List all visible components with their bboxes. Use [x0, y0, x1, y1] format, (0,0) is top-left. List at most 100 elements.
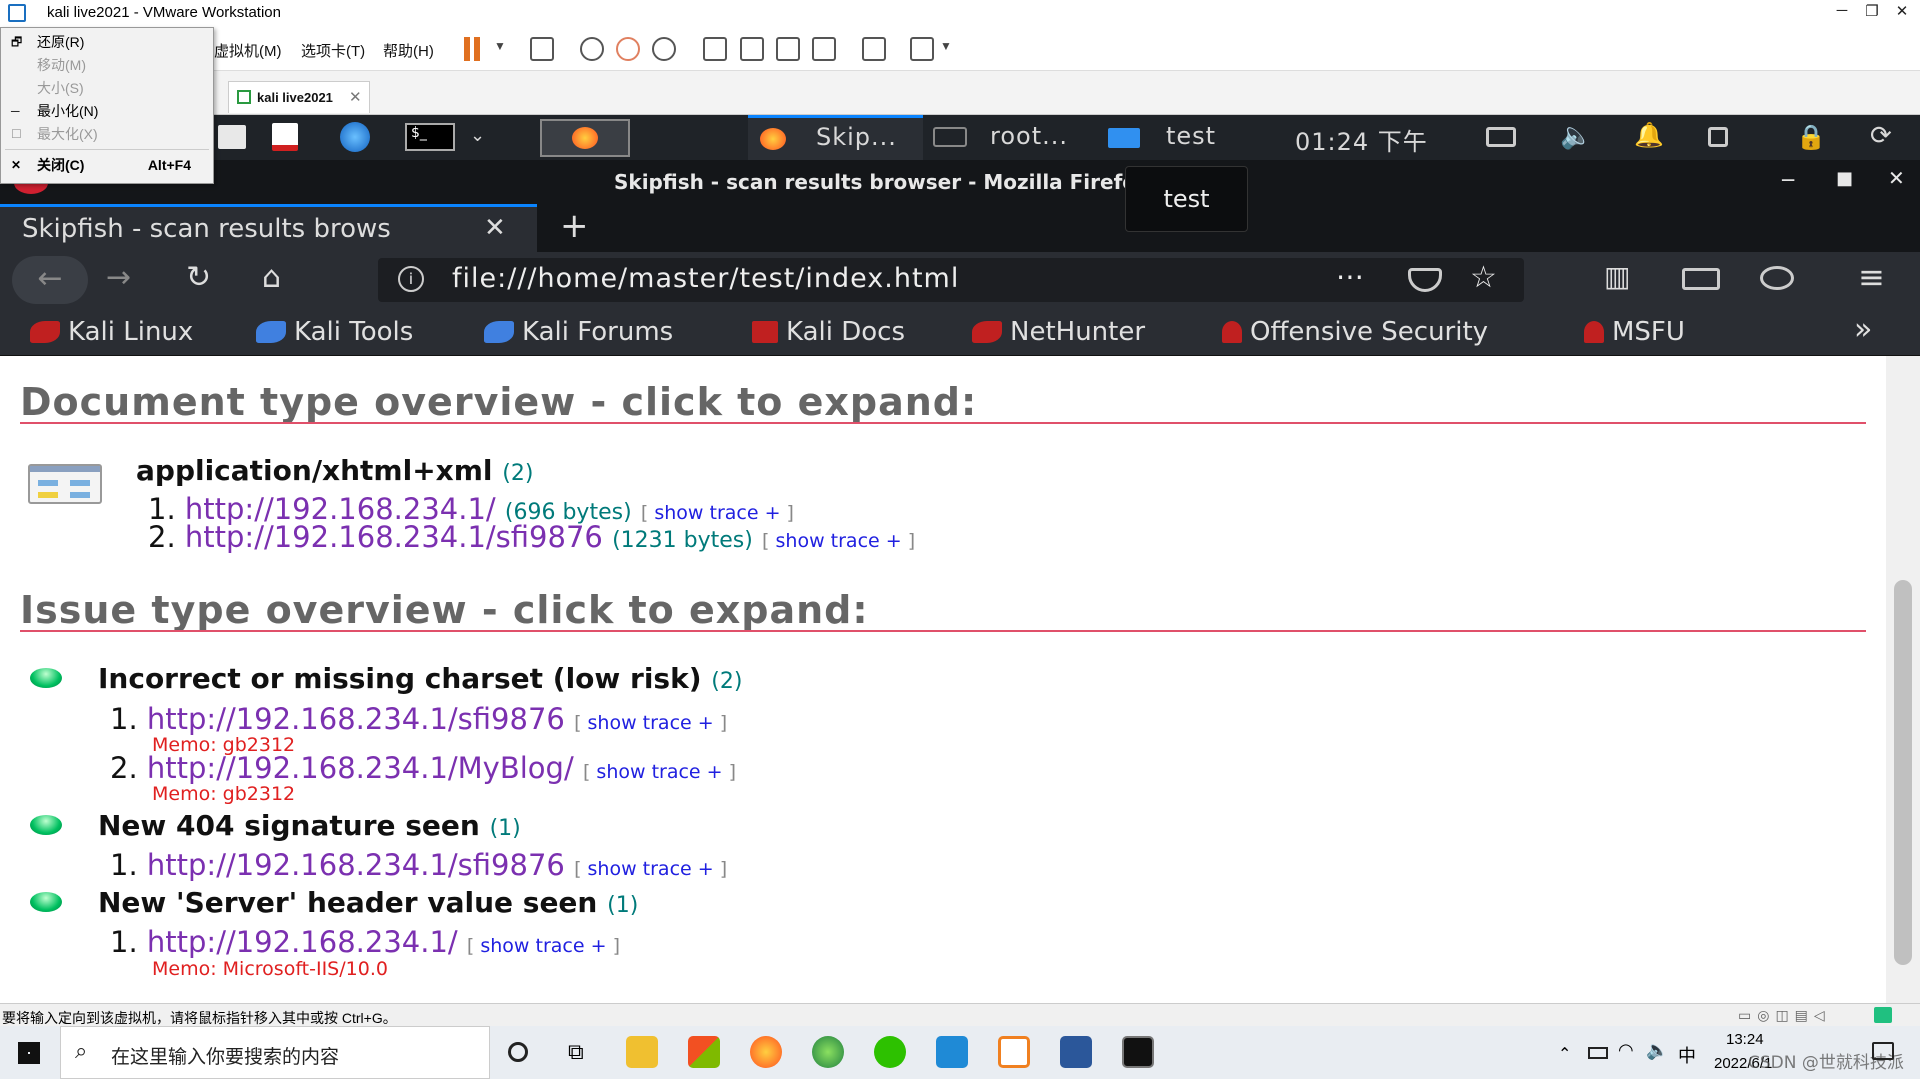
chevron-up-icon[interactable]: ⌃	[1558, 1044, 1571, 1063]
show-trace-link[interactable]: [ show trace + ]	[574, 712, 727, 734]
send-keys-icon[interactable]	[530, 37, 554, 61]
logout-icon[interactable]: ⟳	[1870, 121, 1892, 151]
bookmark-kali-linux[interactable]: Kali Linux	[30, 317, 193, 347]
reload-icon[interactable]: ↻	[186, 260, 211, 295]
forward-icon[interactable]: →	[106, 260, 131, 295]
result-link[interactable]: http://192.168.234.1/	[147, 925, 458, 959]
notification-bell-icon[interactable]: 🔔	[1634, 121, 1664, 149]
page-actions-icon[interactable]: ⋯	[1336, 260, 1364, 293]
maximize-icon[interactable]: ■	[1836, 168, 1853, 189]
bookmark-kali-tools[interactable]: Kali Tools	[256, 317, 413, 347]
windows-start-icon[interactable]	[18, 1042, 40, 1064]
device-icons[interactable]: ▭◎◫▤◁	[1738, 1007, 1831, 1024]
edge-icon[interactable]	[812, 1036, 844, 1068]
url-text[interactable]: file:///home/master/test/index.html	[452, 263, 959, 294]
close-icon[interactable]: ✕	[1887, 2, 1917, 20]
restore-icon[interactable]: ❐	[1857, 2, 1887, 20]
menu-tabs[interactable]: 选项卡(T)	[301, 40, 365, 61]
message-icon[interactable]	[1874, 1007, 1892, 1023]
sidebar-icon[interactable]	[703, 37, 727, 61]
ime-indicator[interactable]: 中	[1678, 1042, 1696, 1068]
console-icon[interactable]	[862, 37, 886, 61]
word-icon[interactable]	[1060, 1036, 1092, 1068]
new-tab-icon[interactable]: +	[560, 206, 589, 246]
display-icon[interactable]	[1486, 127, 1516, 147]
battery-icon[interactable]	[1588, 1047, 1608, 1059]
lock-icon[interactable]: 🔒	[1796, 123, 1826, 151]
account-icon[interactable]	[1760, 266, 1794, 290]
power-icon[interactable]	[1708, 127, 1728, 147]
cortana-icon[interactable]	[508, 1042, 528, 1062]
store-icon[interactable]	[688, 1036, 720, 1068]
vmware-logo-icon[interactable]	[8, 4, 26, 22]
tab-kali-live2021[interactable]: kali live2021 ✕	[228, 81, 370, 113]
system-menu-restore[interactable]: 🗗 还原(R)	[1, 31, 213, 53]
more-bookmarks-icon[interactable]: »	[1854, 312, 1872, 347]
fullscreen-icon[interactable]	[776, 37, 800, 61]
bookmark-kali-docs[interactable]: Kali Docs	[752, 317, 905, 347]
vmware-icon[interactable]	[998, 1036, 1030, 1068]
file-explorer-icon[interactable]	[626, 1036, 658, 1068]
taskbar-window-skipfish[interactable]: Skip...	[748, 115, 923, 160]
system-menu-close[interactable]: ✕ 关闭(C) Alt+F4	[1, 154, 213, 176]
result-link[interactable]: http://192.168.234.1/MyBlog/	[147, 751, 574, 785]
chevron-down-icon[interactable]: ▼	[494, 39, 506, 53]
menu-vm[interactable]: 虚拟机(M)	[214, 40, 282, 61]
bookmark-nethunter[interactable]: NetHunter	[972, 317, 1145, 347]
thumbnail-icon[interactable]	[740, 37, 764, 61]
wifi-icon[interactable]: ◠	[1618, 1040, 1634, 1061]
issue-type-heading[interactable]: Issue type overview - click to expand:	[20, 588, 869, 632]
bookmark-kali-forums[interactable]: Kali Forums	[484, 317, 673, 347]
back-icon[interactable]: ←	[12, 256, 88, 304]
stretch-icon[interactable]	[910, 37, 934, 61]
firefox-launcher-icon[interactable]	[540, 119, 630, 157]
volume-icon[interactable]: 🔈	[1560, 121, 1592, 151]
snapshot-manager-icon[interactable]	[652, 37, 676, 61]
show-trace-link[interactable]: [ show trace + ]	[467, 935, 620, 957]
tab-skipfish[interactable]: Skipfish - scan results brows ✕	[0, 204, 537, 252]
panel-clock[interactable]: 01:24 下午	[1295, 122, 1428, 157]
close-icon[interactable]: ✕	[1888, 166, 1905, 190]
issue-title[interactable]: New 404 signature seen (1)	[98, 809, 521, 842]
snapshot-icon[interactable]	[580, 37, 604, 61]
show-trace-link[interactable]: [ show trace + ]	[762, 530, 915, 552]
clock-time[interactable]: 13:24	[1726, 1031, 1764, 1048]
firefox-icon[interactable]	[750, 1036, 782, 1068]
show-trace-link[interactable]: [ show trace + ]	[583, 761, 736, 783]
chevron-down-icon[interactable]: ▼	[940, 39, 952, 53]
snapshot-revert-icon[interactable]	[616, 37, 640, 61]
doc-type-heading[interactable]: Document type overview - click to expand…	[20, 380, 977, 424]
notification-center-icon[interactable]	[1872, 1042, 1894, 1060]
result-link[interactable]: http://192.168.234.1/sfi9876	[147, 702, 565, 736]
menu-help[interactable]: 帮助(H)	[383, 40, 434, 61]
show-trace-link[interactable]: [ show trace + ]	[574, 858, 727, 880]
close-icon[interactable]: ✕	[349, 88, 362, 106]
terminal-icon[interactable]: $_	[405, 123, 455, 151]
cmd-icon[interactable]	[1122, 1036, 1154, 1068]
text-editor-icon[interactable]	[272, 123, 298, 151]
result-link[interactable]: http://192.168.234.1/sfi9876	[147, 848, 565, 882]
pocket-icon[interactable]	[1408, 268, 1442, 292]
volume-icon[interactable]: 🔈	[1646, 1040, 1668, 1061]
scrollbar-thumb[interactable]	[1894, 580, 1912, 965]
result-link[interactable]: http://192.168.234.1/sfi9876	[185, 520, 603, 554]
file-manager-icon[interactable]	[218, 125, 246, 149]
task-view-icon[interactable]: ⧉	[568, 1040, 584, 1065]
menu-hamburger-icon[interactable]: ≡	[1858, 258, 1885, 296]
bookmark-msfu[interactable]: MSFU	[1584, 317, 1685, 347]
issue-title[interactable]: New 'Server' header value seen (1)	[98, 886, 638, 919]
bookmark-offensive-security[interactable]: Offensive Security	[1222, 317, 1488, 347]
url-bar[interactable]: i file:///home/master/test/index.html ⋯ …	[378, 258, 1524, 302]
browser-globe-icon[interactable]	[340, 122, 370, 152]
taskbar-window-test[interactable]: test	[1166, 122, 1216, 150]
minimize-icon[interactable]: ─	[1782, 168, 1794, 192]
minimize-icon[interactable]: ─	[1827, 2, 1857, 19]
close-icon[interactable]: ✕	[484, 213, 506, 243]
system-menu-minimize[interactable]: ─ 最小化(N)	[1, 100, 213, 122]
home-icon[interactable]: ⌂	[262, 260, 281, 295]
unity-icon[interactable]	[812, 37, 836, 61]
wechat-icon[interactable]	[874, 1036, 906, 1068]
reader-view-icon[interactable]	[1682, 268, 1720, 290]
pause-icon[interactable]	[464, 37, 470, 61]
taskbar-search[interactable]: ⌕ 在这里输入你要搜索的内容	[60, 1026, 490, 1079]
